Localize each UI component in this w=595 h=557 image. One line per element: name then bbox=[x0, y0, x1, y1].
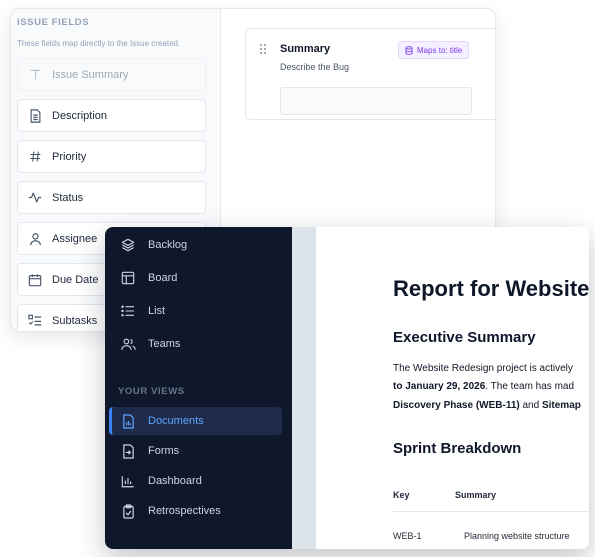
form-icon bbox=[120, 443, 136, 459]
field-label: Due Date bbox=[52, 273, 99, 286]
table-cell-summary: Planning website structure bbox=[464, 531, 570, 541]
summary-line-2: to January 29, 2026. The team has mad bbox=[393, 381, 574, 392]
sidebar-item-label: Dashboard bbox=[148, 475, 202, 487]
maps-to-label: Maps to: title bbox=[417, 45, 463, 55]
sidebar: Backlog Board List Teams YOUR VIEWS Docu… bbox=[105, 227, 292, 549]
database-icon bbox=[405, 45, 413, 55]
report-title: Report for Website bbox=[393, 276, 589, 301]
text-t-icon bbox=[27, 67, 43, 83]
field-label: Subtasks bbox=[52, 314, 98, 327]
user-icon bbox=[27, 231, 43, 247]
issue-fields-subtitle: These fields map directly to the Issue c… bbox=[17, 39, 181, 48]
drag-handle-icon[interactable] bbox=[259, 43, 267, 55]
executive-summary-heading: Executive Summary bbox=[393, 329, 536, 346]
panel-divider bbox=[292, 227, 316, 549]
app-window: Backlog Board List Teams YOUR VIEWS Docu… bbox=[105, 227, 589, 549]
field-label: Priority bbox=[52, 150, 87, 163]
your-views-section-label: YOUR VIEWS bbox=[118, 386, 185, 397]
clipboard-check-icon bbox=[120, 503, 136, 519]
document-icon bbox=[27, 108, 43, 124]
sidebar-item-label: Forms bbox=[148, 445, 180, 457]
bar-chart-icon bbox=[120, 473, 136, 489]
sidebar-item-board[interactable]: Board bbox=[109, 264, 282, 292]
field-label: Assignee bbox=[52, 232, 98, 245]
sidebar-item-label: Backlog bbox=[148, 239, 188, 251]
summary-input[interactable] bbox=[280, 87, 472, 115]
summary-line-3: Discovery Phase (WEB-11) and Sitemap bbox=[393, 400, 581, 411]
field-priority[interactable]: Priority bbox=[17, 140, 206, 173]
table-cell-key: WEB-1 bbox=[393, 531, 422, 541]
summary-date-bold: to January 29, 2026 bbox=[393, 381, 486, 392]
summary-line-2-rest: . The team has mad bbox=[485, 381, 575, 392]
hash-icon bbox=[27, 149, 43, 165]
sidebar-item-documents[interactable]: Documents bbox=[109, 407, 282, 435]
table-header-divider bbox=[393, 511, 589, 512]
checklist-icon bbox=[27, 313, 43, 329]
sidebar-item-dashboard[interactable]: Dashboard bbox=[109, 467, 282, 495]
issue-fields-heading: ISSUE FIELDS bbox=[17, 17, 90, 28]
field-status[interactable]: Status bbox=[17, 181, 206, 214]
users-icon bbox=[120, 336, 136, 352]
list-icon bbox=[120, 303, 136, 319]
sidebar-item-label: List bbox=[148, 305, 166, 317]
summary-field-title: Summary bbox=[280, 43, 331, 55]
sidebar-item-backlog[interactable]: Backlog bbox=[109, 231, 282, 259]
maps-to-badge: Maps to: title bbox=[398, 41, 470, 59]
table-header-summary: Summary bbox=[455, 490, 497, 500]
field-label: Description bbox=[52, 109, 108, 122]
summary-line-3-mid: and bbox=[519, 400, 542, 411]
sidebar-item-retrospectives[interactable]: Retrospectives bbox=[109, 497, 282, 525]
calendar-icon bbox=[27, 272, 43, 288]
sidebar-item-label: Board bbox=[148, 272, 178, 284]
field-issue-summary: Issue Summary bbox=[17, 58, 206, 91]
field-description[interactable]: Description bbox=[17, 99, 206, 132]
field-label: Status bbox=[52, 191, 84, 204]
field-label: Issue Summary bbox=[52, 68, 129, 81]
sidebar-item-forms[interactable]: Forms bbox=[109, 437, 282, 465]
sidebar-item-label: Teams bbox=[148, 338, 181, 350]
summary-field-card[interactable]: Summary Describe the Bug Maps to: title bbox=[245, 28, 495, 120]
summary-line-1: The Website Redesign project is actively bbox=[393, 363, 573, 374]
sidebar-item-label: Documents bbox=[148, 415, 204, 427]
sidebar-item-teams[interactable]: Teams bbox=[109, 330, 282, 358]
layers-icon bbox=[120, 237, 136, 253]
summary-phase-bold: Discovery Phase (WEB-11) bbox=[393, 400, 520, 411]
activity-icon bbox=[27, 190, 43, 206]
sidebar-item-list[interactable]: List bbox=[109, 297, 282, 325]
report-document: Report for Website Executive Summary The… bbox=[316, 227, 589, 549]
summary-field-description: Describe the Bug bbox=[280, 62, 350, 72]
sidebar-item-label: Retrospectives bbox=[148, 505, 221, 517]
summary-sitemap-bold: Sitemap bbox=[541, 400, 581, 411]
table-header-key: Key bbox=[393, 490, 410, 500]
board-icon bbox=[120, 270, 136, 286]
sprint-breakdown-heading: Sprint Breakdown bbox=[393, 440, 522, 457]
document-chart-icon bbox=[120, 413, 136, 429]
